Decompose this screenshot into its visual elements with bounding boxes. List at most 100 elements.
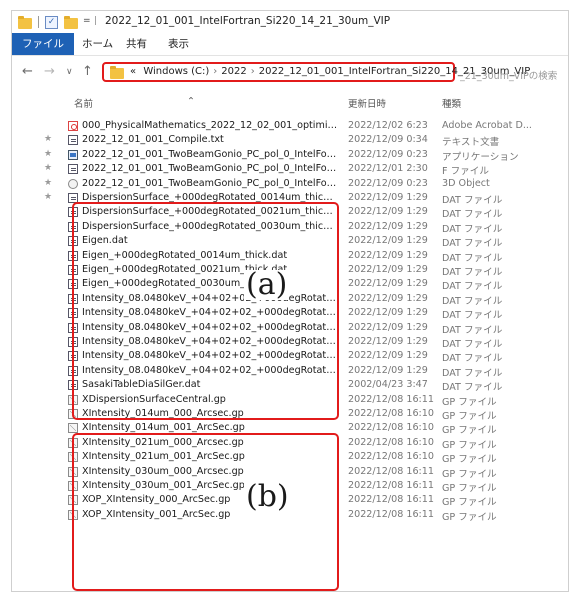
file-type: GP ファイル: [442, 411, 497, 422]
file-type: DAT ファイル: [442, 195, 503, 206]
file-name[interactable]: 2022_12_01_001_TwoBeamGonio_PC_pol_0_Int…: [82, 149, 338, 160]
file-date: 2022/12/08 16:11: [348, 465, 434, 477]
file-type: GP ファイル: [442, 454, 497, 466]
file-type: GP ファイル: [442, 396, 497, 408]
up-arrow-icon[interactable]: ↑: [82, 64, 93, 79]
file-row[interactable]: 000_PhysicalMathematics_2022_12_02_001_o…: [12, 119, 568, 133]
annotation-box-a: [72, 202, 339, 420]
file-type: DAT ファイル: [442, 281, 503, 293]
f-icon: [68, 164, 78, 175]
file-type: GP ファイル: [442, 511, 497, 523]
sort-caret-icon: ⌃: [187, 96, 195, 107]
address-bar[interactable]: « Windows (C:) › 2022 › 2022_12_01_001_Intel…: [102, 62, 530, 82]
breadcrumb-overflow[interactable]: «: [130, 66, 136, 77]
column-header-date[interactable]: 更新日時: [348, 96, 386, 110]
file-date: 2022/12/09 0:34: [348, 134, 428, 146]
file-type: GP ファイル: [442, 439, 497, 451]
annotation-box-b: [72, 433, 339, 591]
file-date: 2022/12/08 16:10: [348, 436, 434, 448]
file-date: 2022/12/09 1:29: [348, 336, 428, 347]
file-type: DAT ファイル: [442, 295, 503, 307]
file-type: DAT ファイル: [442, 353, 503, 365]
file-date: 2022/12/09 1:29: [348, 220, 428, 232]
pin-icon: ★: [44, 148, 53, 159]
file-row[interactable]: ★ 2022_12_01_001_Compile.txt 2022/12/09 0:…: [12, 133, 568, 149]
search-box[interactable]: _21_30um_VIPの検索: [460, 68, 564, 82]
file-name[interactable]: XIntensity_014um_001_ArcSec.gp: [82, 422, 338, 433]
file-explorer-window: ✓ = | 2022_12_01_001_IntelFortran_Si220_…: [11, 10, 569, 592]
properties-check-icon[interactable]: ✓: [45, 16, 58, 29]
file-type: DAT ファイル: [442, 324, 503, 336]
file-date: 2022/12/08 16:11: [348, 494, 434, 506]
tab-file[interactable]: ファイル: [12, 33, 74, 55]
file-date: 2022/12/08 16:11: [348, 480, 434, 491]
pin-icon: ★: [44, 177, 53, 188]
gp-icon: [68, 423, 78, 434]
file-row[interactable]: ★ 2022_12_01_001_TwoBeamGonio_PC_pol_0_In…: [12, 148, 568, 163]
txt-icon: [68, 135, 78, 146]
window-title: 2022_12_01_001_IntelFortran_Si220_14_21_…: [105, 15, 391, 27]
file-date: 2022/12/08 16:10: [348, 422, 434, 434]
file-type: GP ファイル: [442, 468, 497, 480]
file-date: 2022/12/09 1:29: [348, 350, 428, 362]
file-type: F ファイル: [442, 166, 489, 178]
obj-icon: [68, 178, 78, 189]
file-date: 2022/12/09 1:29: [348, 292, 428, 304]
column-header-name[interactable]: 名前: [74, 96, 93, 110]
folder-icon: [110, 66, 124, 79]
file-type: 3D Object: [442, 177, 490, 189]
file-date: 2022/12/09 1:29: [348, 249, 428, 261]
file-type: アプリケーション: [442, 151, 519, 163]
file-type: テキスト文書: [442, 137, 500, 149]
pdf-icon: [68, 121, 78, 131]
file-row[interactable]: ★ 2022_12_01_001_TwoBeamGonio_PC_pol_0_In…: [12, 162, 568, 178]
file-date: 2022/12/09 1:29: [348, 235, 428, 247]
file-type: DAT ファイル: [442, 238, 503, 250]
file-date: 2022/12/09 0:23: [348, 148, 428, 160]
file-type: GP ファイル: [442, 497, 497, 509]
breadcrumb-drive[interactable]: Windows (C:): [143, 66, 209, 77]
file-name[interactable]: 2022_12_01_001_TwoBeamGonio_PC_pol_0_Int…: [82, 163, 338, 174]
column-headers: ⌃ 名前 更新日時 種類: [12, 93, 568, 111]
file-name[interactable]: 000_PhysicalMathematics_2022_12_02_001_o…: [82, 120, 338, 131]
file-type: DAT ファイル: [442, 382, 503, 394]
tab-view[interactable]: 表示: [158, 33, 199, 55]
file-name[interactable]: 2022_12_01_001_Compile.txt: [82, 134, 338, 145]
file-date: 2022/12/08 16:10: [348, 408, 434, 419]
file-date: 2022/12/09 1:29: [348, 192, 428, 203]
file-date: 2022/12/01 2:30: [348, 163, 428, 175]
divider: [38, 16, 39, 28]
tab-share[interactable]: 共有: [116, 33, 157, 55]
file-type: DAT ファイル: [442, 209, 503, 221]
folder-icon: [18, 16, 32, 29]
file-type: DAT ファイル: [442, 223, 503, 235]
ribbon-tabs: ファイル ホーム 共有 表示: [12, 33, 568, 56]
file-date: 2022/12/09 1:29: [348, 278, 428, 290]
pin-icon: ★: [44, 163, 53, 174]
annotation-label-a: (a): [244, 267, 290, 302]
annotation-label-b: (b): [244, 479, 291, 514]
breadcrumb-chevron-icon: ›: [213, 66, 218, 77]
column-header-type[interactable]: 種類: [442, 96, 461, 110]
file-date: 2022/12/02 6:23: [348, 120, 428, 131]
quick-access-dropdown-icon[interactable]: =: [83, 16, 91, 26]
new-folder-icon[interactable]: [64, 16, 78, 29]
forward-arrow-icon[interactable]: →: [44, 64, 55, 79]
breadcrumb-year[interactable]: 2022: [221, 66, 246, 77]
file-name[interactable]: 2022_12_01_001_TwoBeamGonio_PC_pol_0_Int…: [82, 178, 338, 189]
file-date: 2022/12/08 16:11: [348, 508, 434, 520]
file-row[interactable]: ★ 2022_12_01_001_TwoBeamGonio_PC_pol_0_In…: [12, 177, 568, 191]
exe-icon: [68, 149, 78, 160]
back-arrow-icon[interactable]: ←: [22, 64, 33, 79]
pin-icon: ★: [44, 192, 53, 202]
file-type: DAT ファイル: [442, 252, 503, 264]
file-type: GP ファイル: [442, 483, 497, 494]
breadcrumb-chevron-icon: ›: [250, 66, 255, 77]
recent-locations-chevron-icon[interactable]: ∨: [66, 67, 73, 77]
navigation-bar: ← → ∨ ↑ « Windows (C:) › 2022 › 2022_12_01_0…: [12, 55, 568, 89]
title-separator: |: [94, 16, 98, 26]
file-type: GP ファイル: [442, 425, 497, 437]
file-type: DAT ファイル: [442, 339, 503, 350]
file-date: 2002/04/23 3:47: [348, 379, 428, 391]
file-date: 2022/12/09 0:23: [348, 177, 428, 189]
